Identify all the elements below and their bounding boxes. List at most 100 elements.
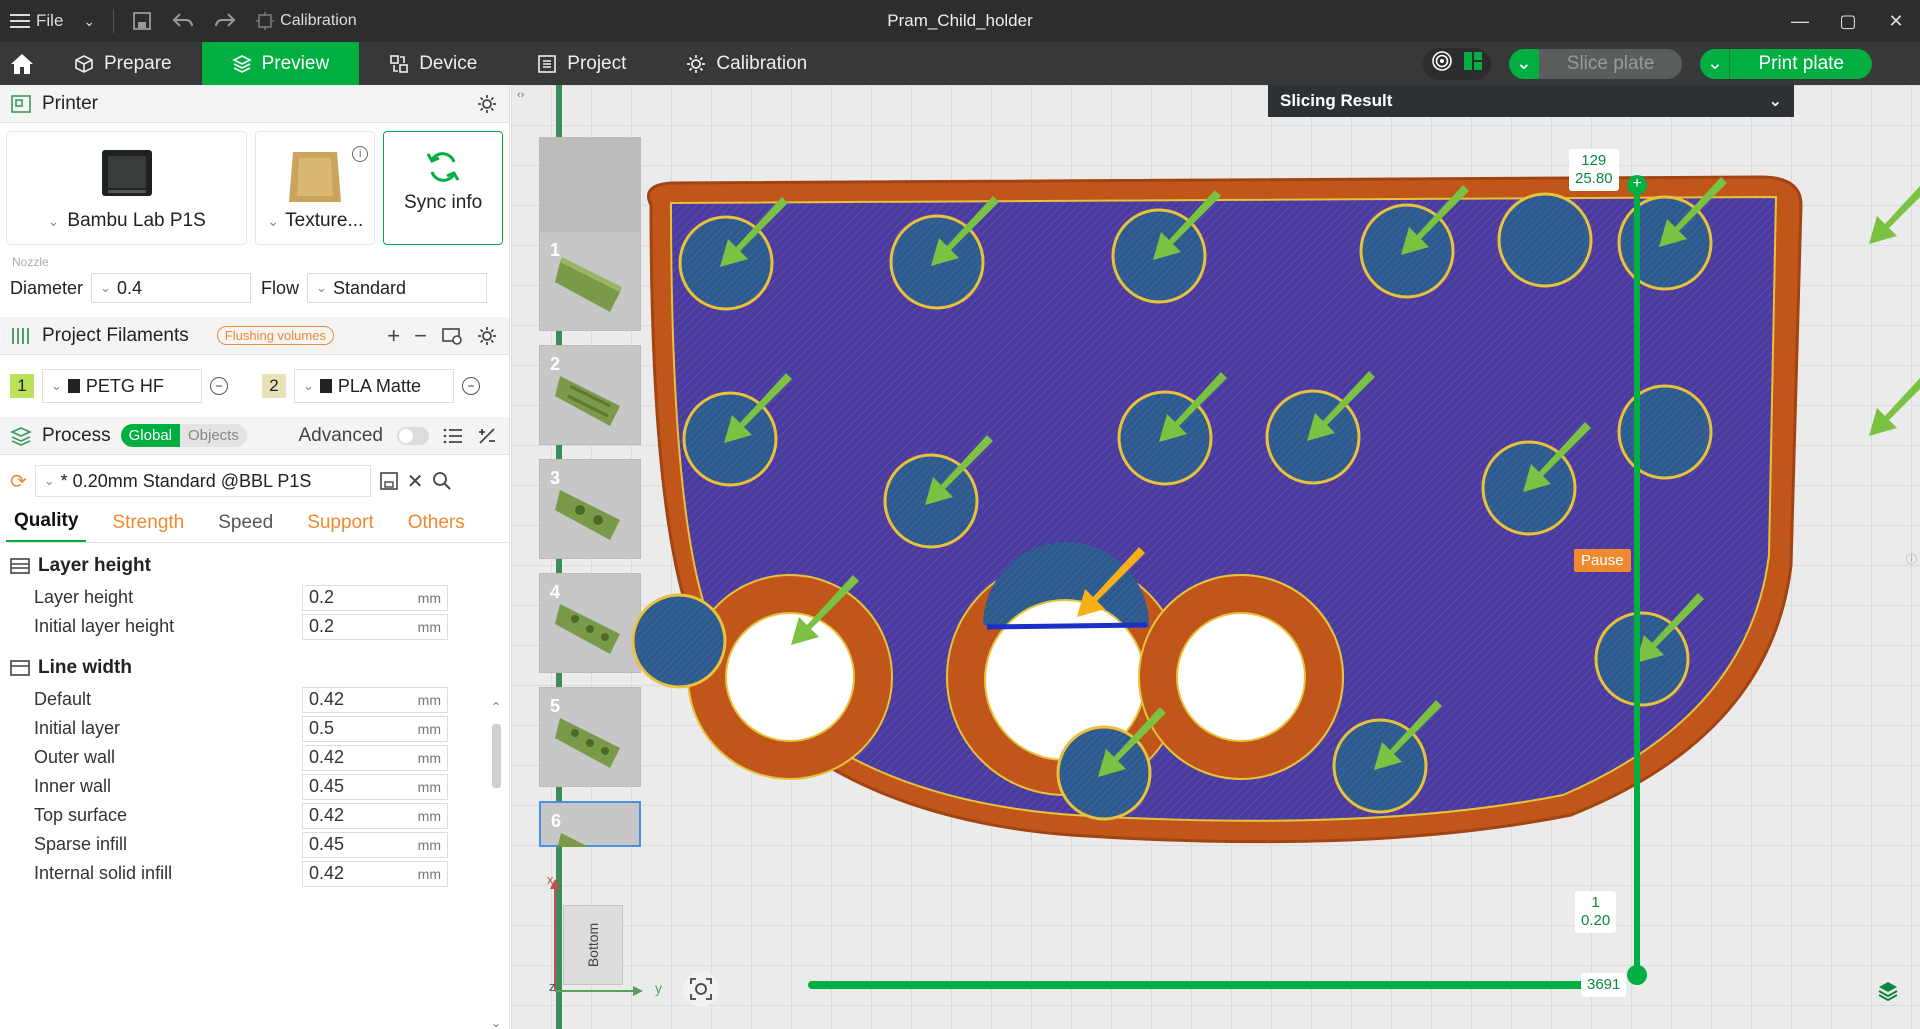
initial-layer-height-input[interactable]: 0.2 mm — [302, 613, 448, 640]
chevron-down-icon[interactable]: ⌄ — [267, 213, 279, 230]
internal-solid-infill-width-input[interactable]: 0.42 mm — [302, 860, 448, 887]
close-icon[interactable]: ✕ — [1872, 0, 1920, 42]
search-icon[interactable] — [432, 471, 452, 491]
layer-bottom-readout: 1 0.20 — [1575, 891, 1617, 933]
layer-top-handle[interactable]: + — [1627, 175, 1647, 195]
objects-toggle[interactable]: Objects — [180, 424, 247, 447]
info-icon[interactable]: ⓘ — [1906, 551, 1917, 567]
tab-device[interactable]: Device — [359, 42, 507, 85]
setting-value: 0.42 — [309, 689, 345, 709]
wifi-icon[interactable] — [1431, 50, 1453, 78]
ams-sync-icon[interactable] — [441, 326, 463, 346]
layer-slider-track — [1634, 185, 1640, 975]
tab-prepare[interactable]: Prepare — [44, 42, 202, 85]
move-slider[interactable] — [808, 975, 1606, 995]
minimize-icon[interactable]: — — [1776, 0, 1824, 42]
view-cube-face-label: Bottom — [584, 922, 601, 968]
setting-value: 0.2 — [309, 616, 335, 636]
advanced-switch[interactable] — [397, 426, 429, 445]
view-cube[interactable]: Bottom — [563, 905, 623, 985]
chevron-up-icon[interactable]: ⌃ — [491, 700, 501, 714]
settings-scrollbar[interactable]: ⌃ ⌄ — [491, 700, 503, 1029]
project-icon — [538, 54, 557, 73]
chevron-down-icon[interactable]: ⌄ — [491, 1016, 501, 1029]
inner-wall-width-input[interactable]: 0.45 mm — [302, 773, 448, 800]
setting-row: Top surface 0.42 mm — [0, 801, 509, 830]
initial-layer-width-input[interactable]: 0.5 mm — [302, 715, 448, 742]
3d-viewport[interactable]: ‹› 1 2 3 4 5 6 Slicing Result ⌄ 129 25.8… — [511, 85, 1920, 1029]
filament-1-select[interactable]: ⌄ PETG HF — [42, 369, 202, 403]
subtab-speed[interactable]: Speed — [210, 512, 281, 542]
nozzle-row: Diameter ⌄ 0.4 Flow ⌄ Standard — [0, 269, 509, 307]
camera-reset-button[interactable] — [683, 971, 719, 1007]
gear-icon[interactable] — [477, 326, 497, 346]
slice-plate-button[interactable]: ⌄ Slice plate — [1508, 48, 1683, 79]
filament-brand-icon — [67, 379, 80, 393]
subtab-strength[interactable]: Strength — [104, 512, 192, 542]
file-menu[interactable]: File — [0, 0, 73, 42]
flushing-volumes-button[interactable]: Flushing volumes — [216, 326, 334, 345]
remove-icon[interactable]: − — [414, 323, 427, 349]
chevron-down-icon: ⌄ — [51, 378, 62, 393]
setting-row: Initial layer height 0.2 mm — [0, 612, 509, 641]
filament-1-index: 1 — [10, 374, 34, 398]
default-width-input[interactable]: 0.42 mm — [302, 686, 448, 713]
chevron-down-icon[interactable]: ⌄ — [48, 213, 60, 230]
tab-preview[interactable]: Preview — [201, 42, 360, 85]
top-surface-width-input[interactable]: 0.42 mm — [302, 802, 448, 829]
gear-icon[interactable] — [477, 94, 497, 114]
subtab-quality[interactable]: Quality — [6, 510, 87, 542]
save-icon[interactable] — [122, 0, 162, 42]
undo-icon[interactable] — [162, 0, 204, 42]
layer-range-slider[interactable]: + — [1627, 175, 1647, 985]
chevron-down-icon[interactable]: ⌄ — [1508, 48, 1539, 79]
subtab-support[interactable]: Support — [299, 512, 382, 542]
filament-1-name: PETG HF — [85, 375, 164, 396]
filament-options-icon[interactable]: − — [462, 377, 480, 395]
add-icon[interactable]: + — [387, 323, 400, 349]
flow-select[interactable]: ⌄ Standard — [307, 273, 488, 303]
home-icon[interactable] — [0, 42, 44, 85]
process-preset-select[interactable]: ⌄ * 0.20mm Standard @BBL P1S — [34, 465, 371, 497]
setting-row: Outer wall 0.42 mm — [0, 743, 509, 772]
layers-icon[interactable] — [1877, 980, 1899, 1008]
setting-unit: mm — [417, 720, 441, 737]
advanced-label: Advanced — [298, 424, 383, 446]
printer-model-card[interactable]: ⌄ Bambu Lab P1S — [6, 131, 248, 245]
setting-label: Initial layer — [34, 718, 121, 738]
filament-2-select[interactable]: ⌄ PLA Matte — [294, 369, 454, 403]
list-icon[interactable] — [443, 427, 463, 445]
sparse-infill-width-input[interactable]: 0.45 mm — [302, 831, 448, 858]
maximize-icon[interactable]: ▢ — [1824, 0, 1872, 42]
sync-info-button[interactable]: Sync info — [383, 131, 503, 245]
info-icon[interactable]: i — [352, 146, 369, 162]
outer-wall-width-input[interactable]: 0.42 mm — [302, 744, 448, 771]
save-icon[interactable] — [379, 471, 399, 491]
plate-type-card[interactable]: i ⌄ Texture... — [255, 131, 376, 245]
redo-icon[interactable] — [204, 0, 246, 42]
global-toggle[interactable]: Global — [120, 424, 180, 447]
layer-height-input[interactable]: 0.2 mm — [302, 584, 448, 611]
tab-project[interactable]: Project — [507, 42, 656, 85]
compare-icon[interactable] — [477, 426, 497, 446]
calibration-shortcut[interactable]: Calibration — [246, 0, 366, 42]
axis-z-label: z — [549, 979, 556, 994]
chevron-down-icon[interactable]: ⌄ — [1700, 48, 1731, 79]
reset-icon[interactable]: ⟳ — [10, 469, 27, 494]
close-icon[interactable]: ✕ — [407, 469, 424, 494]
filament-options-icon[interactable]: − — [210, 377, 228, 395]
filament-2-name: PLA Matte — [337, 375, 421, 396]
move-slider-track — [808, 981, 1590, 989]
tab-calibration[interactable]: Calibration — [656, 42, 837, 85]
subtab-others[interactable]: Others — [400, 512, 473, 542]
multi-plate-icon[interactable] — [1463, 51, 1483, 77]
process-scope-toggle[interactable]: Global Objects — [120, 424, 247, 447]
process-subtabs: Quality Strength Speed Support Others — [0, 507, 509, 543]
print-plate-button[interactable]: ⌄ Print plate — [1700, 48, 1872, 79]
window-controls: — ▢ ✕ — [1776, 0, 1920, 42]
diameter-select[interactable]: ⌄ 0.4 — [91, 273, 252, 303]
pause-marker[interactable]: Pause — [1574, 549, 1631, 572]
chevron-down-icon[interactable]: ⌄ — [73, 0, 105, 42]
layer-bottom-handle[interactable] — [1627, 965, 1647, 985]
scrollbar-thumb[interactable] — [492, 724, 501, 788]
